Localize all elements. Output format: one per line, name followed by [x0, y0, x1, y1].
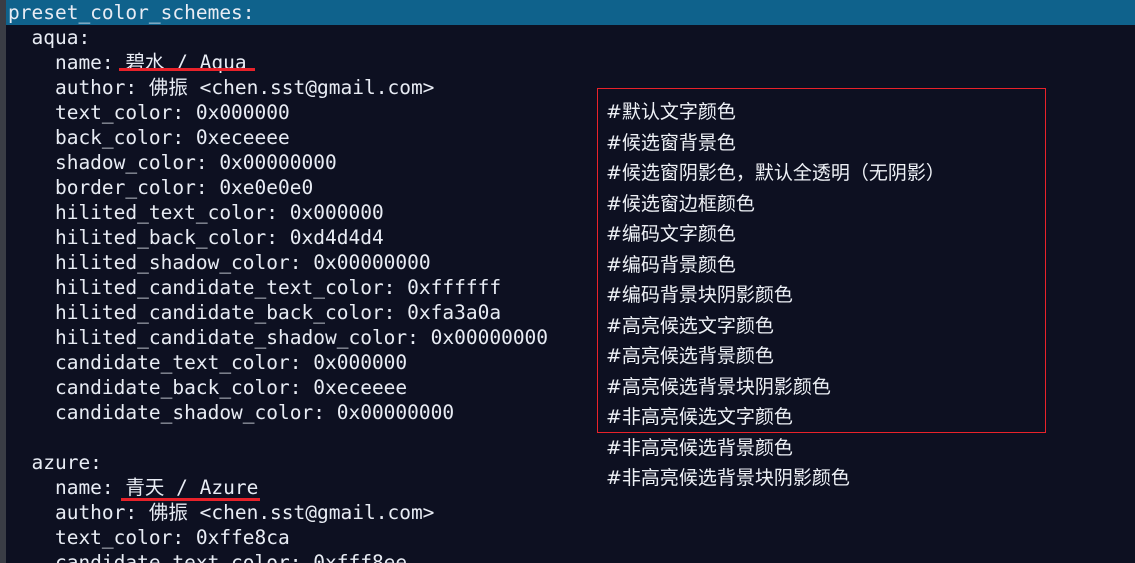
code-line-text: candidate_shadow_color: 0x00000000: [8, 401, 455, 424]
annotation-comment-line: #候选窗背景色: [606, 131, 736, 154]
code-line-text: hilited_back_color: 0xd4d4d4: [8, 226, 384, 249]
code-line-text: candidate_back_color: 0xeceeee: [8, 376, 408, 399]
code-line-text: author: 佛振 <chen.sst@gmail.com>: [8, 501, 435, 524]
code-line-active[interactable]: preset_color_schemes:: [6, 0, 1135, 25]
annotation-comment-line: #编码背景块阴影颜色: [606, 284, 793, 306]
code-line-text: name: 青天 / Azure: [8, 476, 259, 499]
code-line-text: preset_color_schemes:: [8, 1, 255, 24]
code-line-text: shadow_color: 0x00000000: [8, 151, 337, 174]
code-line-text: candidate_text_color: 0xfff8ee: [8, 551, 408, 563]
code-line-text: author: 佛振 <chen.sst@gmail.com>: [8, 76, 435, 99]
annotation-comment-line: #编码背景颜色: [606, 253, 736, 276]
code-line[interactable]: candidate_text_color: 0xfff8ee: [6, 550, 1135, 563]
annotation-comment-line: #非高亮候选背景块阴影颜色: [606, 467, 850, 489]
annotation-comment-line: #候选窗阴影色，默认全透明（无阴影）: [606, 162, 945, 184]
annotation-comment-line: #高亮候选文字颜色: [606, 314, 774, 337]
code-line-text: name: 碧水 / Aqua: [8, 51, 247, 74]
annotation-comment-line: #编码文字颜色: [606, 223, 736, 245]
code-line-text: hilited_candidate_back_color: 0xfa3a0a: [8, 301, 502, 324]
annotation-comment-line: #默认文字颜色: [606, 101, 736, 123]
code-line-text: back_color: 0xeceeee: [8, 126, 290, 149]
code-line[interactable]: name: 碧水 / Aqua: [6, 50, 1135, 75]
code-line[interactable]: text_color: 0xffe8ca: [6, 525, 1135, 550]
annotation-comment-line: #非高亮候选文字颜色: [606, 406, 793, 428]
code-line-text: hilited_candidate_shadow_color: 0x000000…: [8, 326, 549, 349]
annotation-comment-line: #非高亮候选背景颜色: [606, 436, 793, 459]
code-line-text: azure:: [8, 451, 102, 474]
code-line-text: hilited_text_color: 0x000000: [8, 201, 384, 224]
annotation-comment-line: #高亮候选背景块阴影颜色: [606, 375, 831, 398]
code-line-text: text_color: 0x000000: [8, 101, 290, 124]
annotation-comment-line: #高亮候选背景颜色: [606, 345, 774, 367]
annotation-comment-line: #候选窗边框颜色: [606, 192, 755, 215]
code-line-text: text_color: 0xffe8ca: [8, 526, 290, 549]
code-line-text: border_color: 0xe0e0e0: [8, 176, 314, 199]
code-line-text: aqua:: [8, 26, 91, 49]
code-line-text: candidate_text_color: 0x000000: [8, 351, 408, 374]
code-line[interactable]: aqua:: [6, 25, 1135, 50]
annotation-comment-box: #默认文字颜色 #候选窗背景色 #候选窗阴影色，默认全透明（无阴影） #候选窗边框颜色…: [597, 88, 1046, 489]
code-line[interactable]: author: 佛振 <chen.sst@gmail.com>: [6, 500, 1135, 525]
code-line-text: hilited_candidate_text_color: 0xffffff: [8, 276, 502, 299]
code-line-text: hilited_shadow_color: 0x00000000: [8, 251, 431, 274]
code-editor-screenshot: preset_color_schemes: aqua: name: 碧水 / A…: [0, 0, 1135, 563]
